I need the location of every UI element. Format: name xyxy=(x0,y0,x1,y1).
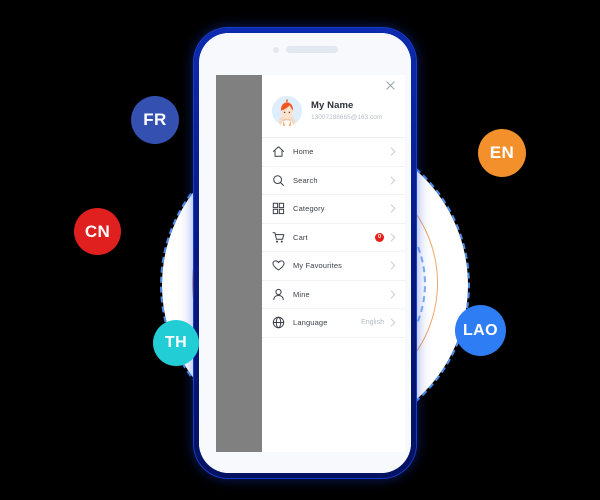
menu-item-category-label: Category xyxy=(293,204,325,214)
phone-notch xyxy=(199,46,411,53)
category-icon xyxy=(272,202,285,215)
language-bubble-th[interactable]: TH xyxy=(153,320,199,366)
language-bubble-fr-label: FR xyxy=(143,110,167,129)
profile-text: My Name 13007288665@163.com xyxy=(311,100,382,123)
menu-item-language-value: English xyxy=(361,319,384,327)
avatar-illustration xyxy=(272,96,302,126)
language-bubble-en[interactable]: EN xyxy=(478,129,526,177)
menu-item-search[interactable]: Search xyxy=(262,167,405,195)
chevron-right-icon xyxy=(390,204,396,213)
drawer-scrim-overlay[interactable] xyxy=(216,75,262,452)
menu-item-home[interactable]: Home xyxy=(262,138,405,167)
cart-icon xyxy=(272,231,285,244)
profile-email: 13007288665@163.com xyxy=(311,113,383,121)
drawer-header xyxy=(262,75,405,95)
menu-item-mine-label: Mine xyxy=(293,289,310,299)
menu-item-cart-label: Cart xyxy=(293,232,308,242)
menu-item-search-label: Search xyxy=(293,175,318,185)
chevron-right-icon xyxy=(390,290,396,299)
language-bubble-fr[interactable]: FR xyxy=(131,96,179,144)
menu-item-favourites[interactable]: My Favourites xyxy=(262,252,405,281)
home-icon xyxy=(272,145,285,158)
close-icon[interactable] xyxy=(385,80,396,91)
menu-item-language-label: Language xyxy=(293,318,328,328)
navigation-drawer: My Name 13007288665@163.com Home Search Ca… xyxy=(216,75,405,452)
phone-frame: My Name 13007288665@163.com Home Search Ca… xyxy=(194,28,416,478)
profile-name: My Name xyxy=(311,99,354,111)
phone-bezel: My Name 13007288665@163.com Home Search Ca… xyxy=(199,33,411,473)
chevron-right-icon xyxy=(390,261,396,270)
language-bubble-en-label: EN xyxy=(489,143,515,162)
chevron-right-icon xyxy=(390,147,396,156)
globe-icon xyxy=(272,316,285,329)
menu-item-favourites-label: My Favourites xyxy=(293,261,343,271)
camera-dot-icon xyxy=(272,46,279,53)
search-icon xyxy=(272,174,285,187)
chevron-right-icon xyxy=(390,318,396,327)
menu-item-category[interactable]: Category xyxy=(262,195,405,224)
speaker-grille-icon xyxy=(285,46,338,53)
chevron-right-icon xyxy=(390,176,396,185)
menu-item-mine[interactable]: Mine xyxy=(262,281,405,309)
profile-row[interactable]: My Name 13007288665@163.com xyxy=(262,95,405,138)
drawer-menu: Home Search Category Cart 0 My Favourites Mine… xyxy=(262,138,405,338)
language-bubble-th-label: TH xyxy=(164,334,188,351)
app-illustration: My Name 13007288665@163.com Home Search Ca… xyxy=(0,0,600,500)
heart-icon xyxy=(272,259,285,272)
menu-item-language[interactable]: Language English xyxy=(262,309,405,338)
menu-item-home-label: Home xyxy=(293,147,314,157)
language-bubble-cn[interactable]: CN xyxy=(74,208,121,255)
phone-screen: My Name 13007288665@163.com Home Search Ca… xyxy=(199,33,411,473)
language-bubble-cn-label: CN xyxy=(84,221,111,241)
avatar xyxy=(272,96,302,126)
menu-item-cart[interactable]: Cart 0 xyxy=(262,224,405,252)
language-bubble-lao-label: LAO xyxy=(463,321,498,339)
cart-badge: 0 xyxy=(375,232,384,242)
chevron-right-icon xyxy=(390,233,396,242)
language-bubble-lao[interactable]: LAO xyxy=(455,305,506,356)
drawer-panel: My Name 13007288665@163.com Home Search Ca… xyxy=(262,75,405,452)
person-icon xyxy=(272,288,285,301)
